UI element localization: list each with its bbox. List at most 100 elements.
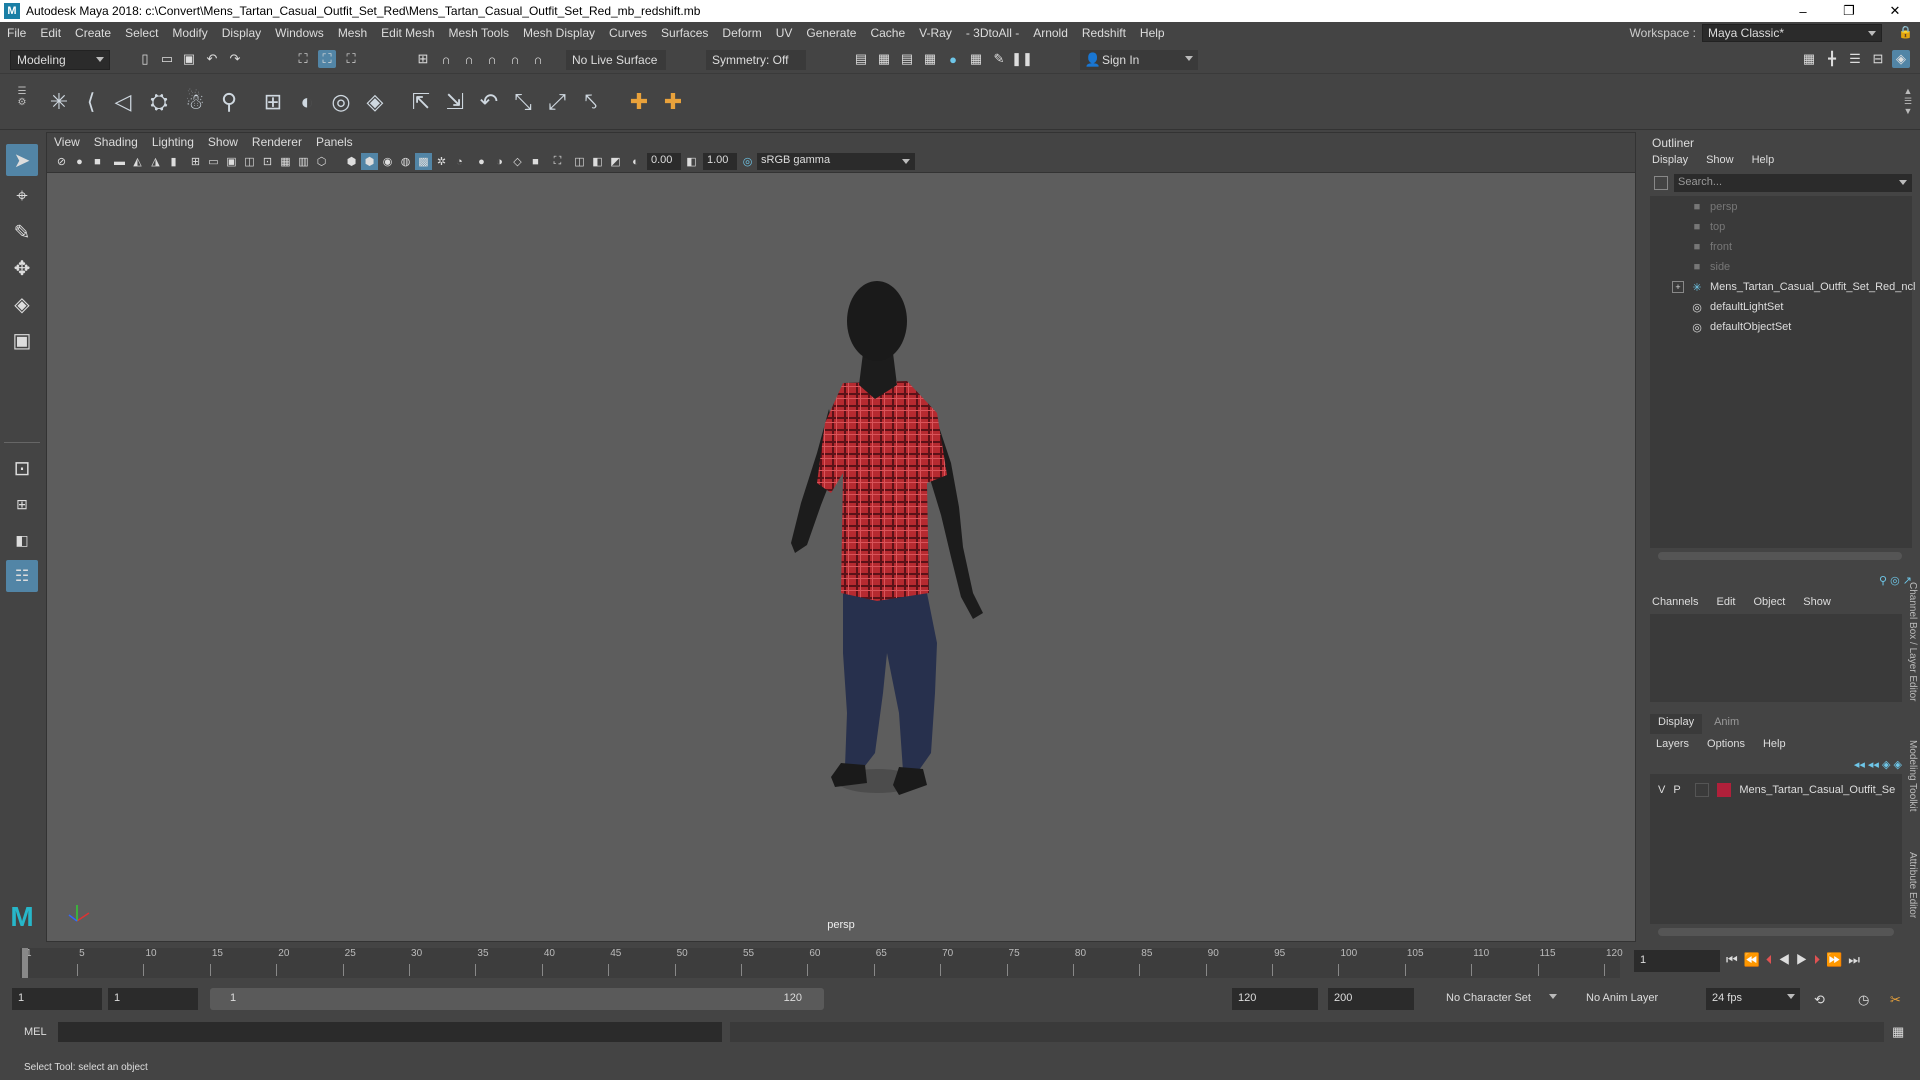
hik-icon[interactable]: ⚲ [214, 87, 244, 117]
menu-windows[interactable]: Windows [268, 26, 331, 40]
menu-create[interactable]: Create [68, 26, 118, 40]
undo-icon[interactable]: ↶ [203, 50, 221, 68]
single-perspective-view-icon[interactable]: ⊡ [6, 452, 38, 484]
wrap-icon[interactable]: ◈ [360, 87, 390, 117]
menu-surfaces[interactable]: Surfaces [654, 26, 715, 40]
menu-3dtoall[interactable]: - 3DtoAll - [959, 26, 1026, 40]
open-scene-icon[interactable]: ▭ [158, 50, 176, 68]
use-all-lights-icon[interactable]: ◔ [451, 153, 468, 170]
layer-visibility-toggle[interactable]: V [1658, 784, 1665, 796]
layer-color-swatch[interactable] [1717, 783, 1732, 797]
expand-icon[interactable]: + [1672, 281, 1684, 293]
blend-shape-icon[interactable]: ◎ [326, 87, 356, 117]
channel-box-icon[interactable]: ⊟ [1869, 50, 1887, 68]
xray-active-icon[interactable]: ◫ [571, 153, 588, 170]
menu-cache[interactable]: Cache [863, 26, 912, 40]
menu-vray[interactable]: V-Ray [912, 26, 959, 40]
command-input[interactable] [58, 1022, 722, 1042]
light-editor-icon[interactable]: ✎ [990, 50, 1008, 68]
shelf-scroll-icon[interactable]: ▲ ☰ ▼ [1902, 86, 1914, 120]
constraint-aim-icon[interactable]: ⤢ [542, 87, 572, 117]
channel-menu-edit[interactable]: Edit [1716, 596, 1735, 608]
menu-set-dropdown[interactable]: Modeling [10, 50, 110, 70]
render-settings-icon[interactable]: ▦ [921, 50, 939, 68]
tab-anim[interactable]: Anim [1706, 714, 1747, 734]
menu-generate[interactable]: Generate [799, 26, 863, 40]
outliner-filter-icon[interactable] [1654, 176, 1668, 190]
exposure-icon[interactable]: ◐ [627, 153, 644, 170]
smooth-shade-icon[interactable]: ⬢ [343, 153, 360, 170]
wireframe-icon[interactable]: ⬡ [313, 153, 330, 170]
persp-outliner-icon[interactable]: ◧ [6, 524, 38, 556]
snap-surface-icon[interactable]: ∩ [506, 50, 524, 68]
menu-uv[interactable]: UV [769, 26, 800, 40]
attribute-editor-icon[interactable]: ╋ [1823, 50, 1841, 68]
tool-settings-icon[interactable]: ☰ [1846, 50, 1864, 68]
menu-arnold[interactable]: Arnold [1026, 26, 1075, 40]
ipr-render-icon[interactable]: ▤ [898, 50, 916, 68]
outliner-menu-display[interactable]: Display [1652, 154, 1688, 166]
step-forward-frame-icon[interactable]: ⏵ [1814, 952, 1827, 967]
step-forward-key-icon[interactable]: ⏩ [1826, 952, 1848, 967]
constraint-pole-icon[interactable]: ⤣ [576, 87, 606, 117]
snap-curve-icon[interactable]: ∩ [437, 50, 455, 68]
select-tool-icon[interactable]: ➤ [6, 144, 38, 176]
snap-point-icon[interactable]: ∩ [460, 50, 478, 68]
menu-mesh-display[interactable]: Mesh Display [516, 26, 602, 40]
viewport-menu-show[interactable]: Show [201, 135, 245, 149]
loop-icon[interactable]: ⟲ [1814, 992, 1825, 1008]
hud-icon[interactable]: ◩ [607, 153, 624, 170]
image-plane-icon[interactable]: ▬ [111, 153, 128, 170]
symmetry-field[interactable]: Symmetry: Off [706, 50, 806, 70]
lock-icon[interactable]: 🔒 [1898, 25, 1913, 41]
animation-prefs-icon[interactable]: ✂ [1890, 992, 1901, 1008]
scene-view[interactable] [47, 173, 1635, 941]
grid-icon[interactable]: ⊞ [187, 153, 204, 170]
constraint-orient-icon[interactable]: ↶ [474, 87, 504, 117]
outliner-search-input[interactable]: Search... [1674, 174, 1912, 192]
command-language-label[interactable]: MEL [24, 1026, 47, 1038]
anim-layer-dropdown[interactable]: No Anim Layer [1580, 988, 1690, 1010]
save-scene-icon[interactable]: ▣ [180, 50, 198, 68]
menu-edit-mesh[interactable]: Edit Mesh [374, 26, 441, 40]
color-management-icon[interactable]: ◎ [739, 153, 756, 170]
motion-blur-icon[interactable]: ◇ [509, 153, 526, 170]
fps-dropdown[interactable]: 24 fps [1706, 988, 1800, 1010]
ik-spline-icon[interactable]: ◁ [108, 87, 138, 117]
viewport-menu-panels[interactable]: Panels [309, 135, 360, 149]
select-camera-icon[interactable]: ⊘ [53, 153, 70, 170]
maximize-button[interactable]: ❐ [1826, 0, 1872, 22]
current-frame-field[interactable]: 1 [1634, 950, 1720, 972]
grease-pencil-icon[interactable]: ◮ [147, 153, 164, 170]
outliner-menu-help[interactable]: Help [1752, 154, 1775, 166]
gate-mask-icon[interactable]: ◫ [241, 153, 258, 170]
close-button[interactable]: ✕ [1872, 0, 1918, 22]
outliner-layout-icon[interactable]: ☷ [6, 560, 38, 592]
viewport-panel[interactable]: View Shading Lighting Show Renderer Pane… [46, 132, 1636, 942]
outliner-item-model-group[interactable]: + ✳ Mens_Tartan_Casual_Outfit_Set_Red_ncl [1672, 278, 1915, 296]
two-d-pan-icon[interactable]: ◭ [129, 153, 146, 170]
viewport-menu-renderer[interactable]: Renderer [245, 135, 309, 149]
select-object-icon[interactable]: ⛶ [318, 50, 336, 68]
redo-icon[interactable]: ↷ [226, 50, 244, 68]
hypershade-icon[interactable]: ● [944, 50, 962, 68]
go-to-start-icon[interactable]: ⏮ [1726, 952, 1744, 967]
isolate-select-icon[interactable]: ⛶ [549, 153, 566, 170]
constraint-point-icon[interactable]: ⇲ [440, 87, 470, 117]
exposure-field[interactable]: 0.00 [647, 153, 681, 170]
outliner-item-top[interactable]: ■ top [1690, 218, 1726, 236]
film-gate-icon[interactable]: ▭ [205, 153, 222, 170]
bookmark-icon[interactable]: ■ [89, 153, 106, 170]
layer-menu-help[interactable]: Help [1763, 738, 1786, 750]
menu-deform[interactable]: Deform [715, 26, 768, 40]
timeline-ticks[interactable]: 1 5 10 15 20 25 30 35 40 45 50 55 60 65 70 75 80 85 90 95 10… [20, 948, 1623, 978]
menu-mesh-tools[interactable]: Mesh Tools [442, 26, 516, 40]
menu-edit[interactable]: Edit [33, 26, 68, 40]
side-tab-channel-box[interactable]: Channel Box / Layer Editor [1902, 582, 1918, 702]
rotate-tool-icon[interactable]: ◈ [6, 288, 38, 320]
shelf-options-icon[interactable]: ☰ ⚙ [14, 86, 30, 120]
viewport-menu-shading[interactable]: Shading [87, 135, 145, 149]
render-current-icon[interactable]: ▦ [875, 50, 893, 68]
channel-menu-channels[interactable]: Channels [1652, 596, 1698, 608]
layer-menu-options[interactable]: Options [1707, 738, 1745, 750]
